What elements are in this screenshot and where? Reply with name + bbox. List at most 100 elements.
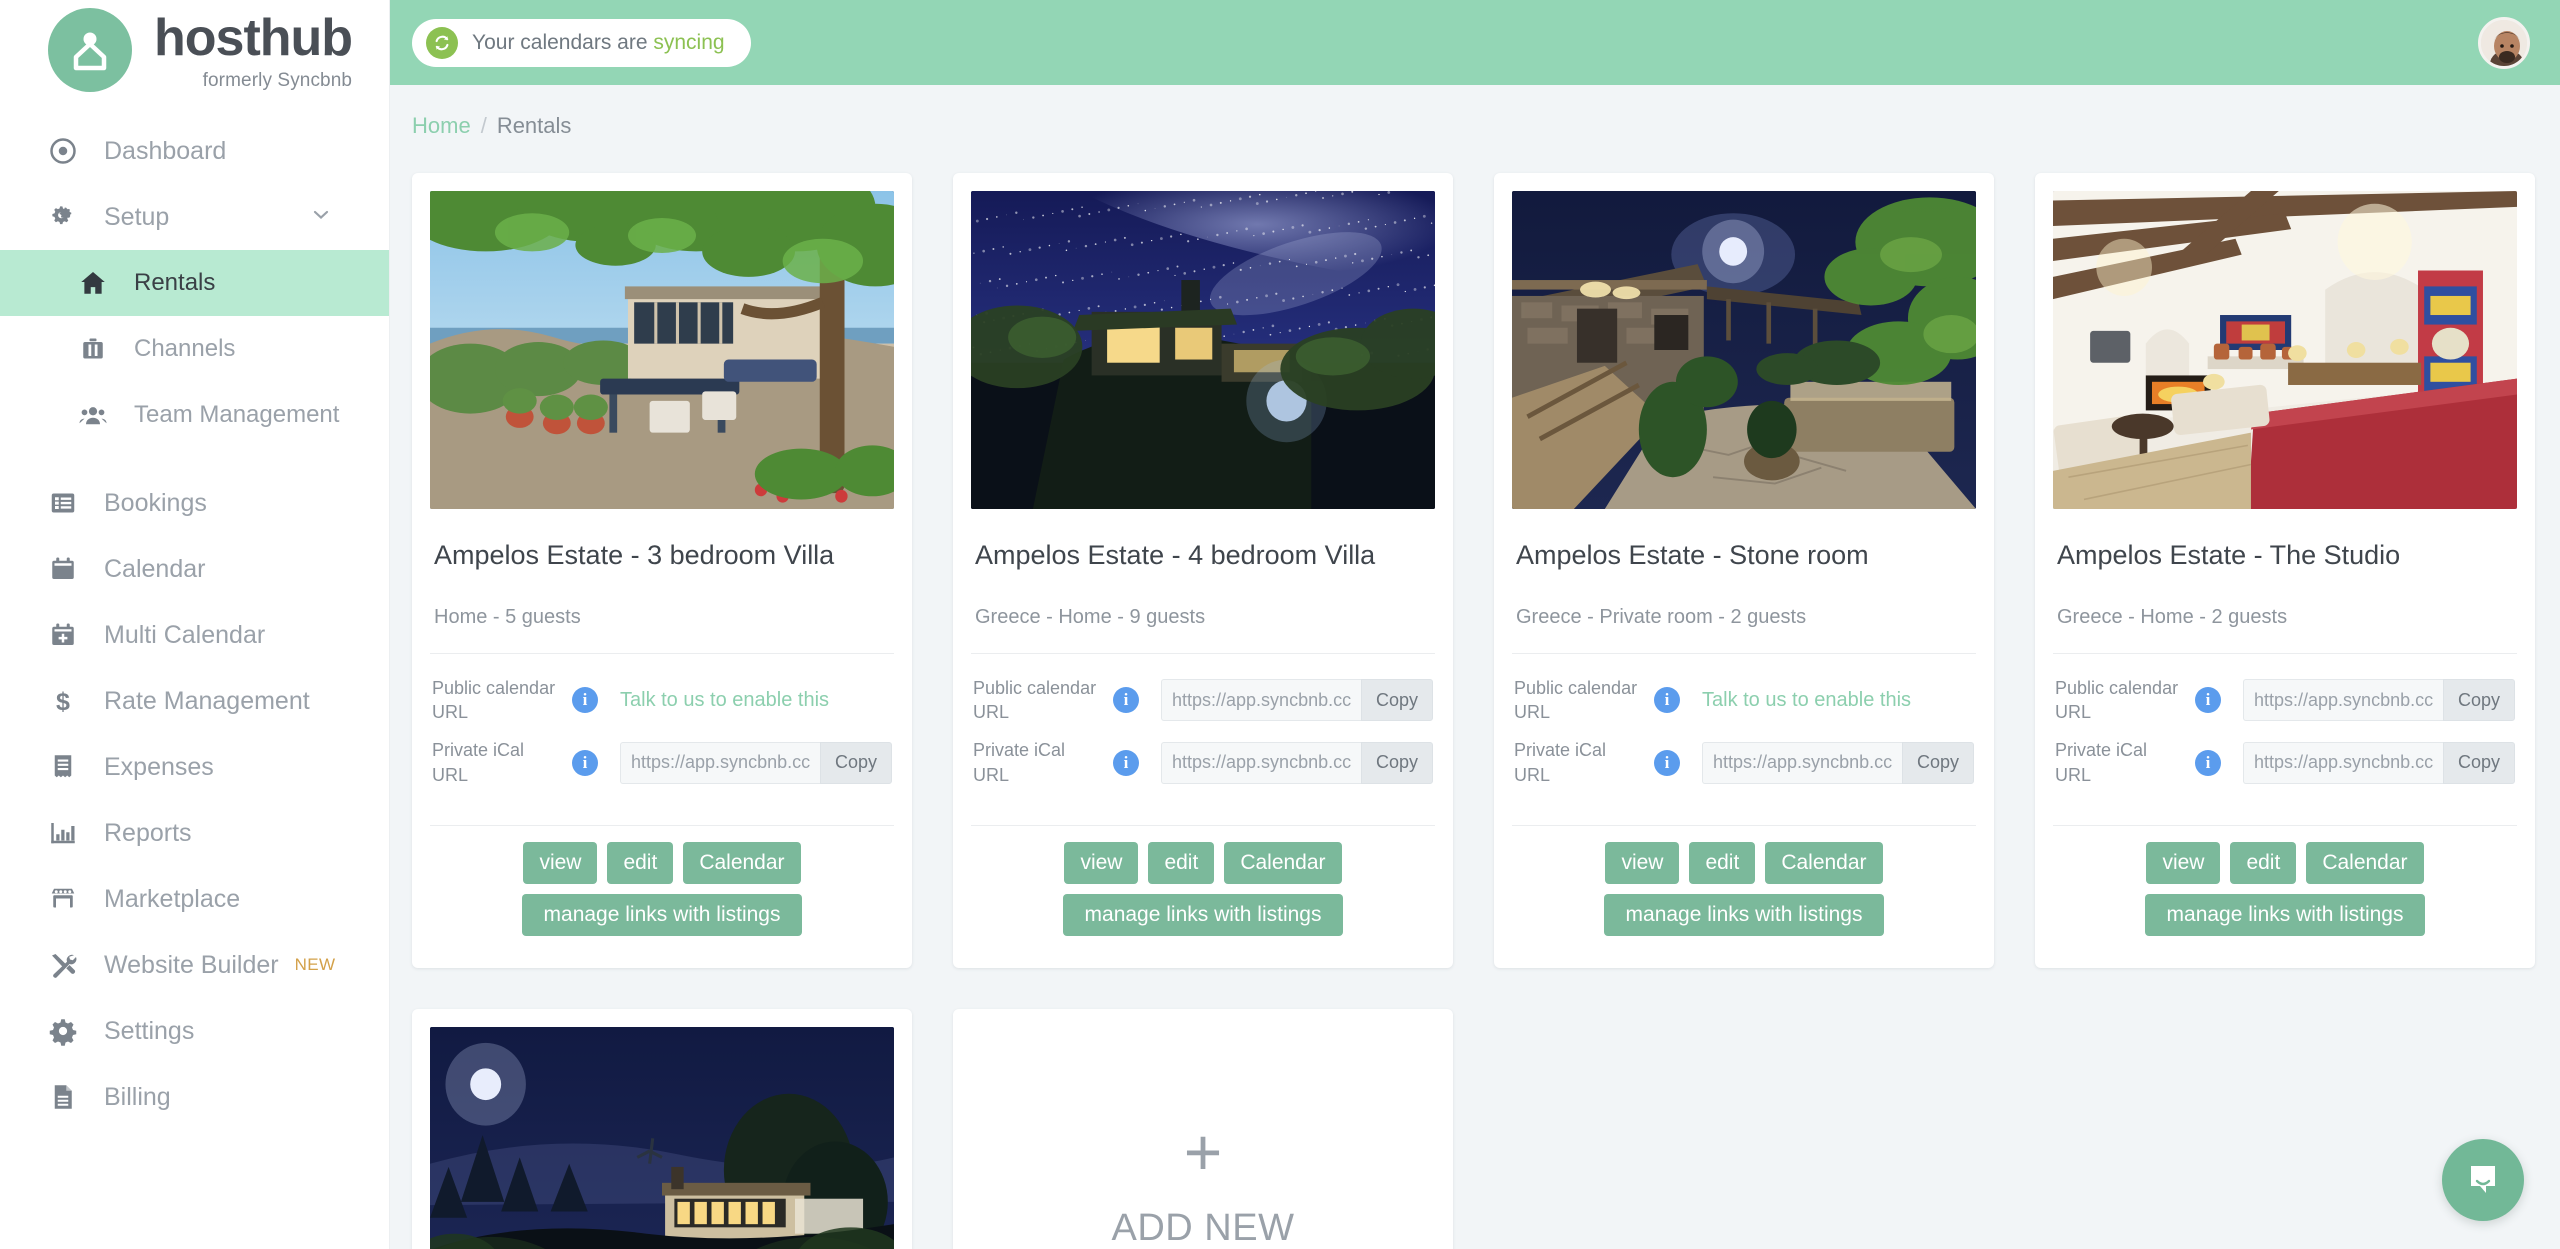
calendar-button[interactable]: Calendar — [2306, 842, 2423, 884]
rental-photo[interactable] — [1512, 191, 1976, 509]
private-ical-url-row: Private iCal URL i https://app.syncbnb.c… — [973, 738, 1433, 787]
public-calendar-url-label: Public calendar URL — [2055, 676, 2187, 725]
sidebar-item-label: Expenses — [104, 753, 214, 782]
view-button[interactable]: view — [1605, 842, 1679, 884]
public-calendar-url-row: Public calendar URL i https://app.syncbn… — [2055, 676, 2515, 725]
rental-url-rows: Public calendar URL i https://app.syncbn… — [971, 654, 1435, 801]
calendar-button[interactable]: Calendar — [1224, 842, 1341, 884]
rental-title: Ampelos Estate - 3 bedroom Villa — [430, 539, 894, 573]
rental-photo[interactable] — [971, 191, 1435, 509]
target-icon — [48, 136, 92, 166]
chat-bubble-icon[interactable] — [2442, 1139, 2524, 1221]
sidebar-item-label: Website Builder — [104, 951, 279, 980]
edit-button[interactable]: edit — [607, 842, 673, 884]
private-ical-url-field: https://app.syncbnb.cc Copy — [2243, 742, 2515, 784]
public-calendar-url-label: Public calendar URL — [1514, 676, 1646, 725]
rental-card: Ampelos Estate - Stone roomGreece - Priv… — [1494, 173, 1994, 968]
copy-private-url-button[interactable]: Copy — [820, 742, 892, 784]
store-icon — [48, 884, 92, 914]
gear-icon — [48, 1016, 92, 1046]
sidebar: hosthub formerly Syncbnb DashboardSetupR… — [0, 0, 390, 1249]
private-ical-url-input[interactable]: https://app.syncbnb.cc — [620, 742, 820, 784]
primary-action-row: view edit Calendar — [971, 842, 1435, 884]
manage-links-button[interactable]: manage links with listings — [1063, 894, 1344, 936]
rental-title: Ampelos Estate - 4 bedroom Villa — [971, 539, 1435, 573]
sidebar-item-rate-management[interactable]: $Rate Management — [0, 668, 389, 734]
sidebar-item-dashboard[interactable]: Dashboard — [0, 118, 389, 184]
edit-button[interactable]: edit — [1689, 842, 1755, 884]
manage-links-button[interactable]: manage links with listings — [2145, 894, 2426, 936]
info-icon[interactable]: i — [2195, 750, 2221, 776]
view-button[interactable]: view — [2146, 842, 2220, 884]
calendar-icon — [48, 554, 92, 584]
calendar-button[interactable]: Calendar — [1765, 842, 1882, 884]
public-calendar-url-input[interactable]: https://app.syncbnb.cc — [1161, 679, 1361, 721]
public-url-enable-note[interactable]: Talk to us to enable this — [1702, 679, 1911, 721]
view-button[interactable]: view — [1064, 842, 1138, 884]
private-ical-url-row: Private iCal URL i https://app.syncbnb.c… — [2055, 738, 2515, 787]
rental-actions: view edit Calendar manage links with lis… — [1512, 826, 1976, 946]
breadcrumb-home[interactable]: Home — [412, 113, 471, 139]
nav-group-divider — [0, 448, 389, 470]
public-calendar-url-row: Public calendar URL i Talk to us to enabl… — [1514, 676, 1974, 725]
private-ical-url-input[interactable]: https://app.syncbnb.cc — [1702, 742, 1902, 784]
rental-card — [412, 1009, 912, 1249]
view-button[interactable]: view — [523, 842, 597, 884]
edit-button[interactable]: edit — [1148, 842, 1214, 884]
private-ical-url-field: https://app.syncbnb.cc Copy — [1702, 742, 1974, 784]
sidebar-item-marketplace[interactable]: Marketplace — [0, 866, 389, 932]
info-icon[interactable]: i — [1113, 750, 1139, 776]
sidebar-nav: DashboardSetupRentalsChannelsTeam Manage… — [0, 100, 389, 1130]
rental-photo[interactable] — [430, 1027, 894, 1249]
secondary-action-row: manage links with listings — [1512, 894, 1976, 936]
sidebar-item-calendar[interactable]: Calendar — [0, 536, 389, 602]
sidebar-item-settings[interactable]: Settings — [0, 998, 389, 1064]
calendar-button[interactable]: Calendar — [683, 842, 800, 884]
sidebar-item-team-management[interactable]: Team Management — [0, 382, 389, 448]
copy-public-url-button[interactable]: Copy — [1361, 679, 1433, 721]
add-new-rental-card[interactable]: +ADD NEW — [953, 1009, 1453, 1249]
chevron-down-icon[interactable] — [311, 203, 331, 232]
info-icon[interactable]: i — [572, 750, 598, 776]
info-icon[interactable]: i — [1654, 687, 1680, 713]
sync-status-pill[interactable]: Your calendars are syncing — [412, 19, 751, 67]
manage-links-button[interactable]: manage links with listings — [1604, 894, 1885, 936]
copy-private-url-button[interactable]: Copy — [2443, 742, 2515, 784]
sidebar-item-rentals[interactable]: Rentals — [0, 250, 389, 316]
rental-photo[interactable] — [2053, 191, 2517, 509]
receipt-icon — [48, 752, 92, 782]
public-url-enable-note[interactable]: Talk to us to enable this — [620, 679, 829, 721]
sidebar-item-reports[interactable]: Reports — [0, 800, 389, 866]
rental-url-rows: Public calendar URL i Talk to us to enabl… — [1512, 654, 1976, 801]
sidebar-item-bookings[interactable]: Bookings — [0, 470, 389, 536]
sidebar-item-billing[interactable]: Billing — [0, 1064, 389, 1130]
copy-private-url-button[interactable]: Copy — [1902, 742, 1974, 784]
sidebar-item-channels[interactable]: Channels — [0, 316, 389, 382]
manage-links-button[interactable]: manage links with listings — [522, 894, 803, 936]
public-calendar-url-row: Public calendar URL iTalk to us to enabl… — [432, 676, 892, 725]
info-icon[interactable]: i — [1654, 750, 1680, 776]
breadcrumb-current: Rentals — [497, 113, 572, 139]
private-ical-url-input[interactable]: https://app.syncbnb.cc — [2243, 742, 2443, 784]
sidebar-item-expenses[interactable]: Expenses — [0, 734, 389, 800]
copy-private-url-button[interactable]: Copy — [1361, 742, 1433, 784]
sidebar-item-label: Rate Management — [104, 687, 310, 716]
sidebar-item-website-builder[interactable]: Website BuilderNEW — [0, 932, 389, 998]
private-ical-url-input[interactable]: https://app.syncbnb.cc — [1161, 742, 1361, 784]
private-ical-url-label: Private iCal URL — [432, 738, 564, 787]
public-calendar-url-input[interactable]: https://app.syncbnb.cc — [2243, 679, 2443, 721]
sidebar-item-label: Bookings — [104, 489, 207, 518]
info-icon[interactable]: i — [1113, 687, 1139, 713]
rental-photo[interactable] — [430, 191, 894, 509]
info-icon[interactable]: i — [2195, 687, 2221, 713]
brand-tagline: formerly Syncbnb — [154, 70, 352, 92]
brand-logo[interactable]: hosthub formerly Syncbnb — [0, 0, 389, 100]
copy-public-url-button[interactable]: Copy — [2443, 679, 2515, 721]
breadcrumb: Home / Rentals — [390, 85, 2560, 139]
info-icon[interactable]: i — [572, 687, 598, 713]
edit-button[interactable]: edit — [2230, 842, 2296, 884]
sidebar-item-setup[interactable]: Setup — [0, 184, 389, 250]
primary-action-row: view edit Calendar — [2053, 842, 2517, 884]
sidebar-item-multi-calendar[interactable]: Multi Calendar — [0, 602, 389, 668]
avatar[interactable] — [2478, 17, 2530, 69]
